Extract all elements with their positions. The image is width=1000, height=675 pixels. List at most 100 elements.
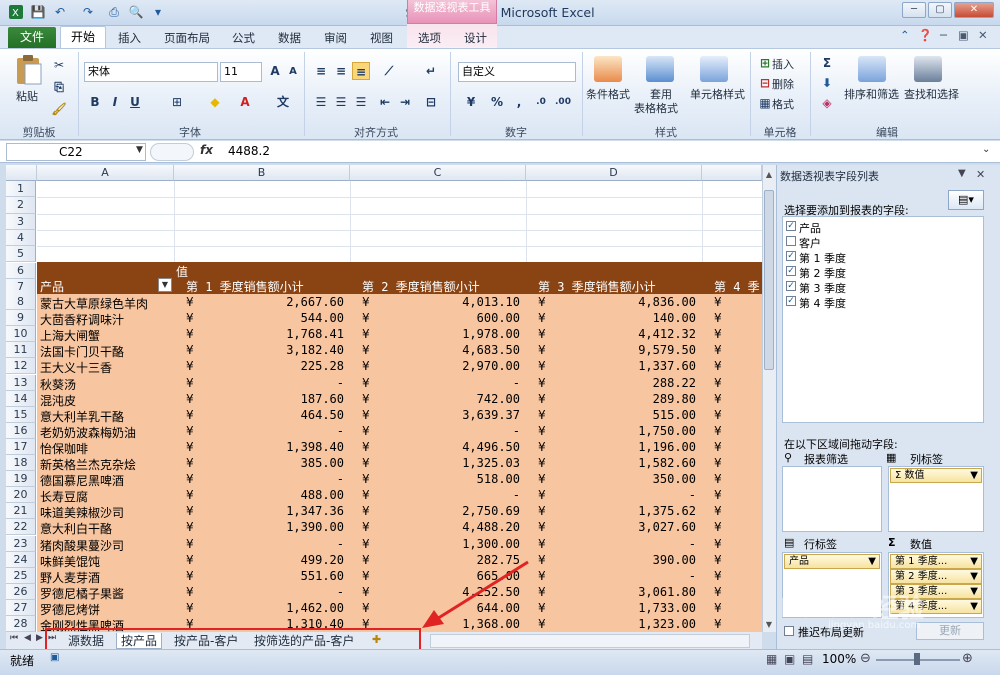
value-cell-q1[interactable]: 488.00 <box>194 488 344 502</box>
row-header[interactable]: 13 <box>6 374 36 391</box>
delete-cells-label[interactable]: 删除 <box>772 76 794 92</box>
row-header[interactable]: 2 <box>6 197 36 214</box>
value-cell-q3[interactable]: 1,733.00 <box>546 601 696 615</box>
defer-update-checkbox[interactable] <box>784 626 794 636</box>
tab-page-layout[interactable]: 页面布局 <box>164 30 210 46</box>
value-cell-q2[interactable]: 600.00 <box>370 311 520 325</box>
comma-style-icon[interactable]: , <box>510 93 528 111</box>
row-header[interactable]: 25 <box>6 567 36 584</box>
value-cell-q1[interactable]: 3,182.40 <box>194 343 344 357</box>
row-header[interactable]: 28 <box>6 616 36 633</box>
horizontal-scrollbar[interactable] <box>430 634 750 648</box>
page-layout-view-icon[interactable]: ▣ <box>784 652 795 666</box>
value-cell-q3[interactable]: 4,412.32 <box>546 327 696 341</box>
align-center-icon[interactable]: ☰ <box>332 93 350 111</box>
value-cell-q2[interactable]: - <box>370 488 520 502</box>
insert-cells-label[interactable]: 插入 <box>772 56 794 72</box>
product-cell[interactable]: 王大义十三香 <box>40 359 112 376</box>
row-header[interactable]: 14 <box>6 390 36 407</box>
sheet-nav-prev-icon[interactable]: ◀ <box>24 633 31 643</box>
row-header[interactable]: 21 <box>6 503 36 520</box>
product-cell[interactable]: 老奶奶波森梅奶油 <box>40 424 136 441</box>
macro-record-icon[interactable]: ▣ <box>50 652 59 663</box>
value-cell-q3[interactable]: 350.00 <box>546 472 696 486</box>
value-item[interactable]: 第 1 季度... ▼ <box>890 554 982 569</box>
row-item-product[interactable]: 产品 ▼ <box>784 554 880 569</box>
value-cell-q2[interactable]: 3,639.37 <box>370 408 520 422</box>
find-select-label[interactable]: 查找和选择 <box>904 86 959 102</box>
value-cell-q1[interactable]: 1,398.40 <box>194 440 344 454</box>
conditional-format-label[interactable]: 条件格式 <box>586 86 630 102</box>
doc-minimize-icon[interactable]: ─ <box>940 28 947 42</box>
column-item-values[interactable]: Σ 数值 ▼ <box>890 468 982 483</box>
field-checkbox[interactable]: ✓ <box>786 296 796 306</box>
field-label[interactable]: 客户 <box>799 235 821 251</box>
column-header-b[interactable]: B <box>174 165 350 181</box>
value-cell-q2[interactable]: - <box>370 376 520 390</box>
product-cell[interactable]: 味鲜美馄饨 <box>40 553 100 570</box>
cut-icon[interactable]: ✂ <box>50 56 68 74</box>
row-header[interactable]: 17 <box>6 438 36 455</box>
value-cell-q1[interactable]: 551.60 <box>194 569 344 583</box>
value-cell-q1[interactable]: - <box>194 537 344 551</box>
value-cell-q2[interactable]: - <box>370 424 520 438</box>
value-cell-q3[interactable]: - <box>546 537 696 551</box>
field-checkbox[interactable] <box>786 236 796 246</box>
product-cell[interactable]: 猪肉酸果蔓沙司 <box>40 537 124 554</box>
name-box-dropdown-icon[interactable]: ▼ <box>136 145 143 155</box>
value-cell-q1[interactable]: - <box>194 472 344 486</box>
doc-restore-icon[interactable]: ▣ <box>958 28 969 42</box>
value-cell-q3[interactable]: - <box>546 488 696 502</box>
decrease-decimal-icon[interactable]: .00 <box>554 93 572 111</box>
tab-insert[interactable]: 插入 <box>118 30 141 46</box>
row-header[interactable]: 27 <box>6 599 36 616</box>
cell-styles-label[interactable]: 单元格样式 <box>690 86 745 102</box>
align-middle-icon[interactable]: ≡ <box>332 62 350 80</box>
product-cell[interactable]: 秋葵汤 <box>40 376 76 393</box>
value-cell-q1[interactable]: 1,390.00 <box>194 520 344 534</box>
field-checkbox[interactable]: ✓ <box>786 266 796 276</box>
column-header-c[interactable]: C <box>350 165 526 181</box>
value-cell-q3[interactable]: 9,579.50 <box>546 343 696 357</box>
value-cell-q2[interactable]: 518.00 <box>370 472 520 486</box>
value-cell-q1[interactable]: 544.00 <box>194 311 344 325</box>
value-cell-q3[interactable]: 288.22 <box>546 376 696 390</box>
number-format-combo[interactable]: 自定义 <box>458 62 576 82</box>
value-cell-q2[interactable]: 742.00 <box>370 392 520 406</box>
field-checkbox[interactable]: ✓ <box>786 251 796 261</box>
clear-icon[interactable]: ◈ <box>818 94 836 112</box>
field-label[interactable]: 第 1 季度 <box>799 250 846 266</box>
grow-font-icon[interactable]: A <box>266 62 284 80</box>
fill-icon[interactable]: ⬇ <box>818 74 836 92</box>
value-cell-q2[interactable]: 2,750.69 <box>370 504 520 518</box>
format-cells-label[interactable]: 格式 <box>772 96 794 112</box>
product-cell[interactable]: 罗德尼烤饼 <box>40 601 100 618</box>
accounting-format-icon[interactable]: ¥ <box>462 93 480 111</box>
page-break-view-icon[interactable]: ▤ <box>802 652 813 666</box>
value-cell-q1[interactable]: 499.20 <box>194 553 344 567</box>
column-header-d[interactable]: D <box>526 165 702 181</box>
wrap-text-icon[interactable]: ↵ <box>422 62 440 80</box>
copy-icon[interactable]: ⎘ <box>50 78 68 96</box>
pane-dropdown-icon[interactable]: ▼ <box>958 168 966 179</box>
column-header-a[interactable]: A <box>37 165 174 181</box>
value-cell-q1[interactable]: 187.60 <box>194 392 344 406</box>
product-cell[interactable]: 意大利羊乳干酪 <box>40 408 124 425</box>
value-cell-q2[interactable]: 4,683.50 <box>370 343 520 357</box>
row-header[interactable]: 24 <box>6 551 36 568</box>
zoom-out-icon[interactable]: ⊖ <box>860 651 871 666</box>
tab-options[interactable]: 选项 <box>418 30 441 46</box>
italic-button[interactable]: I <box>106 93 124 111</box>
product-cell[interactable]: 味道美辣椒沙司 <box>40 504 124 521</box>
minimize-button[interactable]: ─ <box>902 2 926 18</box>
value-cell-q1[interactable]: 385.00 <box>194 456 344 470</box>
sheet-nav-first-icon[interactable]: ⏮ <box>10 633 18 643</box>
value-cell-q1[interactable]: - <box>194 376 344 390</box>
zoom-level[interactable]: 100% <box>822 652 856 666</box>
value-cell-q3[interactable]: 515.00 <box>546 408 696 422</box>
sheet-nav-next-icon[interactable]: ▶ <box>36 633 43 643</box>
expand-formula-icon[interactable]: ⌄ <box>982 144 990 155</box>
field-label[interactable]: 第 4 季度 <box>799 295 846 311</box>
doc-close-icon[interactable]: ✕ <box>978 28 988 42</box>
product-cell[interactable]: 德国慕尼黑啤酒 <box>40 472 124 489</box>
